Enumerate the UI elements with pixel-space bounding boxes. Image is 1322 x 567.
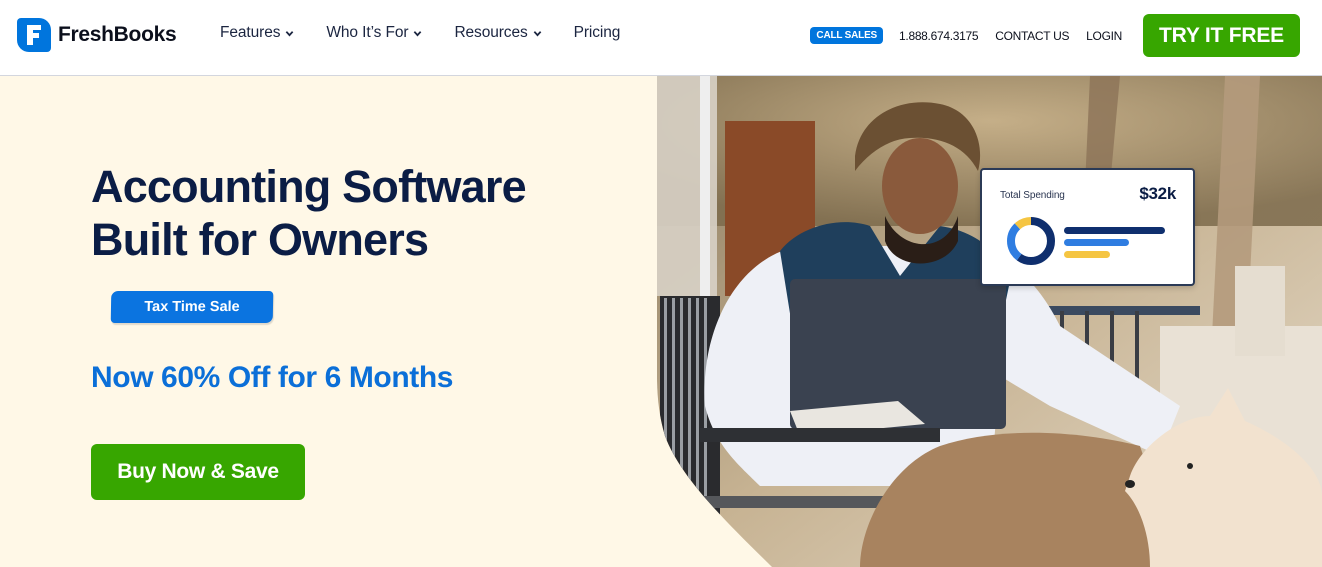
brand-name: FreshBooks [58,23,177,46]
spending-bar-yellow [1064,251,1110,258]
chevron-down-icon [414,30,422,36]
call-sales-badge: CALL SALES [810,27,884,44]
spending-bar-blue [1064,239,1129,246]
tax-time-sale-badge: Tax Time Sale [110,291,274,323]
hero-title-line-2: Built for Owners [91,214,429,265]
nav-features[interactable]: Features [220,24,294,42]
total-spending-label: Total Spending [1000,190,1065,201]
spending-bar-navy [1064,227,1165,234]
nav-resources[interactable]: Resources [454,24,541,42]
utility-nav: CALL SALES 1.888.674.3175 CONTACT US LOG… [810,14,1300,57]
nav-who-its-for[interactable]: Who It’s For [326,24,422,42]
main-nav: Features Who It’s For Resources Pricing [220,24,620,42]
chevron-down-icon [533,30,541,36]
nav-who-its-for-label: Who It’s For [326,24,409,41]
hero-section: Accounting Software Built for Owners Tax… [0,76,1322,567]
nav-pricing-label: Pricing [573,24,621,41]
freshbooks-logo[interactable]: FreshBooks [17,18,177,52]
login-link[interactable]: LOGIN [1086,29,1122,43]
freshbooks-logo-icon [17,18,51,52]
buy-now-save-button[interactable]: Buy Now & Save [91,444,305,500]
hero-title-line-1: Accounting Software [91,161,527,212]
offer-headline: Now 60% Off for 6 Months [91,361,454,394]
total-spending-card: Total Spending $32k [980,168,1195,286]
nav-pricing[interactable]: Pricing [574,24,621,42]
chevron-down-icon [286,30,294,36]
nav-resources-label: Resources [454,24,528,41]
site-header: FreshBooks Features Who It’s For Resourc… [0,0,1322,76]
hero-title: Accounting Software Built for Owners [91,160,527,266]
contact-us-link[interactable]: CONTACT US [995,29,1069,43]
phone-link[interactable]: 1.888.674.3175 [899,29,979,43]
nav-features-label: Features [220,24,281,41]
spending-bars [1064,227,1165,263]
total-spending-value: $32k [1139,184,1176,203]
try-it-free-button[interactable]: TRY IT FREE [1143,14,1300,57]
spending-donut-chart [1007,217,1055,265]
